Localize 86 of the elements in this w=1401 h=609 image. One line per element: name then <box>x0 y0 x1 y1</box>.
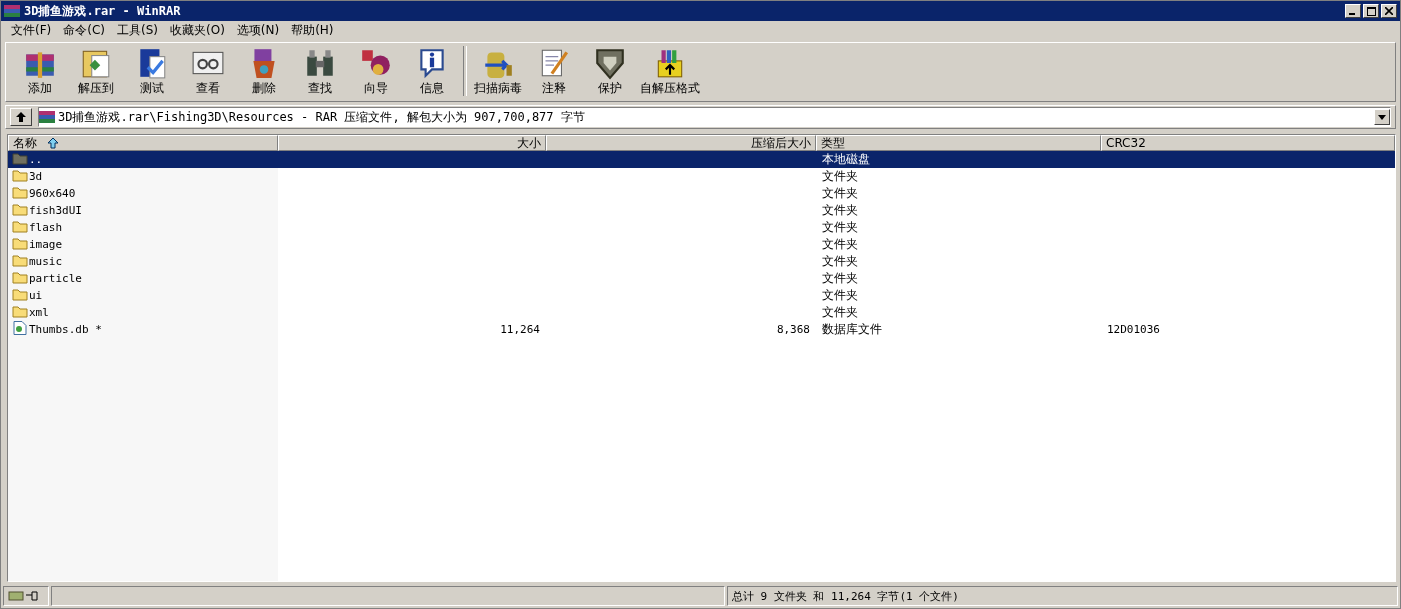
up-folder-button[interactable] <box>10 108 32 126</box>
column-header[interactable]: 压缩后大小 <box>546 135 816 151</box>
file-name: ui <box>29 289 43 302</box>
type-cell: 文件夹 <box>822 169 858 183</box>
packed-size-cell: 8,368 <box>776 323 810 336</box>
maximize-icon <box>1366 6 1376 16</box>
toolbar-button[interactable]: 扫描病毒 <box>470 46 526 97</box>
type-cell: 文件夹 <box>822 203 858 217</box>
toolbar-button[interactable]: 信息 <box>404 46 460 97</box>
folder-icon <box>12 202 28 216</box>
menu-item[interactable]: 文件(F) <box>5 21 58 40</box>
folder-icon <box>12 304 28 318</box>
file-name: music <box>29 255 63 268</box>
toolbar-button[interactable]: 自解压格式 <box>638 46 702 97</box>
column-header[interactable]: CRC32 <box>1101 135 1395 151</box>
toolbar-button[interactable]: 保护 <box>582 46 638 97</box>
folder-icon <box>12 185 28 199</box>
close-icon <box>1385 7 1393 15</box>
folder-icon <box>12 236 28 250</box>
type-cell: 文件夹 <box>822 237 858 251</box>
type-cell: 文件夹 <box>822 271 858 285</box>
file-name: image <box>29 238 63 251</box>
toolbar-button[interactable]: 测试 <box>124 46 180 97</box>
toolbar-button[interactable]: 查找 <box>292 46 348 97</box>
toolbar-button[interactable]: 添加 <box>12 46 68 97</box>
toolbar-button[interactable]: 解压到 <box>68 46 124 97</box>
file-row[interactable]: image 文件夹 <box>8 236 1395 253</box>
file-name: 960x640 <box>29 187 76 200</box>
file-row[interactable]: ui 文件夹 <box>8 287 1395 304</box>
minimize-button[interactable] <box>1345 4 1361 18</box>
folder-icon <box>12 219 28 233</box>
type-cell: 文件夹 <box>822 220 858 234</box>
file-name: particle <box>29 272 82 285</box>
file-row[interactable]: 960x640 文件夹 <box>8 185 1395 202</box>
file-row[interactable]: particle 文件夹 <box>8 270 1395 287</box>
file-name: .. <box>29 153 43 166</box>
type-cell: 数据库文件 <box>822 322 882 336</box>
path-text: 3D捕鱼游戏.rar\Fishing3D\Resources - RAR 压缩文件, 解包大小为 907,700,877 字节 <box>58 108 586 126</box>
size-cell: 11,264 <box>500 323 540 336</box>
file-name: flash <box>29 221 63 234</box>
file-name: Thumbs.db * <box>29 323 102 336</box>
type-cell: 文件夹 <box>822 254 858 268</box>
up-arrow-icon <box>15 111 27 123</box>
file-name: fish3dUI <box>29 204 82 217</box>
type-cell: 文件夹 <box>822 305 858 319</box>
file-name: 3d <box>29 170 43 183</box>
path-field[interactable]: 3D捕鱼游戏.rar\Fishing3D\Resources - RAR 压缩文件, 解包大小为 907,700,877 字节 <box>38 107 1391 127</box>
window-title: 3D捕鱼游戏.rar - WinRAR <box>24 2 182 20</box>
drive-icon <box>8 590 38 602</box>
folder-icon <box>12 270 28 284</box>
caret-icon <box>1378 114 1386 120</box>
toolbar-button[interactable]: 注释 <box>526 46 582 97</box>
menu-item[interactable]: 命令(C) <box>57 21 111 40</box>
file-row[interactable]: fish3dUI 文件夹 <box>8 202 1395 219</box>
maximize-button[interactable] <box>1363 4 1379 18</box>
menu-item[interactable]: 工具(S) <box>111 21 164 40</box>
file-row[interactable]: xml 文件夹 <box>8 304 1395 321</box>
column-header[interactable]: 大小 <box>278 135 546 151</box>
menu-item[interactable]: 帮助(H) <box>285 21 340 40</box>
toolbar-button[interactable]: 向导 <box>348 46 404 97</box>
menu-item[interactable]: 收藏夹(O) <box>164 21 231 40</box>
sort-ascending-icon <box>47 137 59 149</box>
status-text: 总计 9 文件夹 和 11,264 字节(1 个文件) <box>732 588 959 604</box>
folder-icon <box>12 253 28 267</box>
dropdown-button[interactable] <box>1374 109 1390 125</box>
folder-icon <box>12 287 28 301</box>
toolbar-icon <box>593 46 627 80</box>
archive-icon <box>4 4 20 18</box>
type-cell: 文件夹 <box>822 186 858 200</box>
archive-icon <box>39 110 55 124</box>
type-cell: 本地磁盘 <box>822 152 870 166</box>
menu-item[interactable]: 选项(N) <box>230 21 286 40</box>
column-header[interactable]: 类型 <box>816 135 1101 151</box>
toolbar-button[interactable]: 查看 <box>180 46 236 97</box>
file-row[interactable]: flash 文件夹 <box>8 219 1395 236</box>
file-name: xml <box>29 306 49 319</box>
column-header[interactable]: 名称 <box>8 135 278 151</box>
file-row[interactable]: Thumbs.db * 11,264 8,368 数据库文件 12D01036 <box>8 321 1395 338</box>
file-row[interactable]: .. 本地磁盘 <box>8 151 1395 168</box>
type-cell: 文件夹 <box>822 288 858 302</box>
file-row[interactable]: music 文件夹 <box>8 253 1395 270</box>
file-icon <box>12 321 28 335</box>
crc-cell: 12D01036 <box>1107 323 1160 336</box>
file-row[interactable]: 3d 文件夹 <box>8 168 1395 185</box>
close-button[interactable] <box>1381 4 1397 18</box>
toolbar-button[interactable]: 删除 <box>236 46 292 97</box>
